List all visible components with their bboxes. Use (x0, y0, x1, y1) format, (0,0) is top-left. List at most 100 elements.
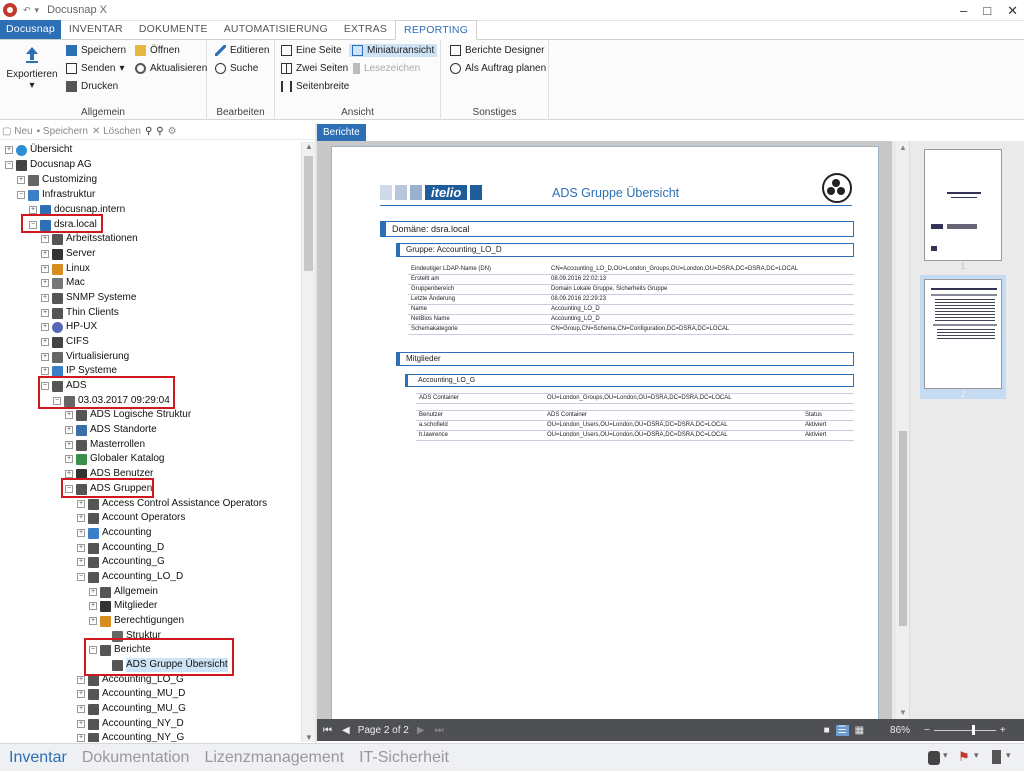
delete-button[interactable]: ✕ Löschen (92, 126, 141, 137)
expand-icon[interactable]: + (77, 705, 85, 713)
tree-item[interactable]: − ADS Gruppen (65, 482, 152, 496)
tree-item[interactable]: − Accounting_LO_D (77, 570, 183, 584)
tree-item[interactable]: + Accounting_MU_D (77, 687, 185, 701)
tab-dokumente[interactable]: DOKUMENTE (131, 20, 216, 39)
tree-item[interactable]: + Customizing (17, 173, 97, 187)
viewer-scrollbar[interactable]: ▲ ▼ (896, 141, 910, 719)
expand-icon[interactable]: + (41, 309, 49, 317)
expand-icon[interactable]: + (41, 367, 49, 375)
expand-icon[interactable]: + (65, 411, 73, 419)
expand-icon[interactable]: + (77, 690, 85, 698)
expand-icon[interactable]: + (77, 529, 85, 537)
expand-icon[interactable]: + (65, 426, 73, 434)
first-page-icon[interactable]: ⏮ (323, 725, 332, 736)
quick-access-toolbar[interactable]: ↶ ▾ (23, 5, 39, 16)
expand-icon[interactable]: + (41, 323, 49, 331)
expand-icon[interactable]: + (17, 176, 25, 184)
tree-item[interactable]: + IP Systeme (41, 364, 117, 378)
tree-item[interactable]: ADS Gruppe Übersicht (101, 658, 228, 672)
server-dropdown-icon[interactable]: ▾ (1006, 750, 1011, 761)
tree-item[interactable]: − Docusnap AG (5, 158, 92, 172)
single-view-icon[interactable]: ■ (824, 725, 830, 736)
minimize-button[interactable]: – (960, 3, 967, 18)
viewer-scroll-down-icon[interactable]: ▼ (899, 708, 907, 717)
collapse-icon[interactable]: − (29, 221, 37, 229)
tree-item[interactable]: − dsra.local (29, 218, 97, 232)
find-icon[interactable]: ⚲ (145, 126, 152, 137)
expand-icon[interactable]: + (89, 588, 97, 596)
tree-item[interactable]: + docusnap.intern (29, 203, 125, 217)
last-page-icon[interactable]: ⏭ (435, 725, 444, 736)
nav-it-sicherheit[interactable]: IT-Sicherheit (359, 749, 449, 767)
tab-inventar[interactable]: INVENTAR (61, 20, 131, 39)
close-button[interactable]: ✕ (1007, 3, 1018, 19)
collapse-icon[interactable]: − (53, 397, 61, 405)
tree-item[interactable]: + Accounting_NY_G (77, 731, 184, 742)
tree-item[interactable]: + Übersicht (5, 143, 72, 157)
tree-item[interactable]: + ADS Benutzer (65, 467, 153, 481)
tree-item[interactable]: + ADS Logische Struktur (65, 408, 191, 422)
tree-item[interactable]: + Thin Clients (41, 306, 119, 320)
edit-button[interactable]: Editieren (215, 45, 269, 56)
print-button[interactable]: Drucken (66, 81, 118, 92)
expand-icon[interactable]: + (89, 617, 97, 625)
tree-item[interactable]: − Berichte (89, 643, 151, 657)
database-icon[interactable] (928, 751, 940, 765)
tree-item[interactable]: + Mac (41, 276, 85, 290)
zoom-slider[interactable] (933, 725, 996, 735)
settings-icon[interactable]: ⚙ (168, 126, 177, 137)
thumbnail-page-2[interactable] (924, 279, 1002, 389)
search-button[interactable]: Suche (215, 63, 258, 74)
report-designer-button[interactable]: Berichte Designer (450, 45, 544, 56)
maximize-button[interactable]: □ (983, 3, 991, 18)
tree-item[interactable]: + Berechtigungen (89, 614, 184, 628)
tab-extras[interactable]: EXTRAS (336, 20, 395, 39)
expand-icon[interactable]: + (65, 455, 73, 463)
tree-item[interactable]: − ADS (41, 379, 87, 393)
find-next-icon[interactable]: ⚲ (156, 126, 163, 137)
viewer-scroll-thumb[interactable] (899, 431, 907, 626)
plugin-dropdown-icon[interactable]: ▾ (974, 750, 979, 761)
collapse-icon[interactable]: − (77, 573, 85, 581)
tree-item[interactable]: + Allgemein (89, 585, 158, 599)
tree-item[interactable]: + Masterrollen (65, 438, 145, 452)
tree-item[interactable]: + Account Operators (77, 511, 185, 525)
export-button[interactable]: Exportieren ▾ (4, 46, 60, 91)
expand-icon[interactable]: + (41, 338, 49, 346)
tab-docusnap[interactable]: Docusnap (0, 20, 61, 39)
collapse-icon[interactable]: − (5, 161, 13, 169)
tree-item[interactable]: Struktur (101, 629, 161, 643)
continuous-view-icon[interactable]: ☰ (835, 724, 849, 736)
tree-item[interactable]: + Accounting_LO_G (77, 673, 184, 687)
tab-berichte[interactable]: Berichte (317, 124, 366, 141)
save-button[interactable]: Speichern (66, 45, 126, 56)
expand-icon[interactable]: + (41, 353, 49, 361)
grid-view-icon[interactable]: ▦ (855, 725, 864, 736)
thumbnail-page-1[interactable] (924, 149, 1002, 261)
expand-icon[interactable]: + (77, 544, 85, 552)
next-page-icon[interactable]: ▶ (417, 725, 425, 736)
expand-icon[interactable]: + (77, 500, 85, 508)
nav-inventar[interactable]: Inventar (9, 749, 67, 767)
tree-item[interactable]: + Globaler Katalog (65, 452, 165, 466)
page-width-button[interactable]: Seitenbreite (281, 81, 349, 92)
tree-item[interactable]: + HP-UX (41, 320, 97, 334)
expand-icon[interactable]: + (41, 265, 49, 273)
bookmarks-button[interactable]: Lesezeichen (353, 63, 420, 74)
tree-item[interactable]: + SNMP Systeme (41, 291, 136, 305)
collapse-icon[interactable]: − (41, 382, 49, 390)
tree-item[interactable]: + Arbeitsstationen (41, 232, 138, 246)
scroll-up-icon[interactable]: ▲ (305, 142, 313, 151)
tree-item[interactable]: + Accounting_MU_G (77, 702, 186, 716)
send-button[interactable]: Senden ▾ (66, 63, 125, 74)
new-button[interactable]: ▢ Neu (2, 126, 33, 137)
tree-item[interactable]: + Mitglieder (89, 599, 157, 613)
dropdown-icon[interactable]: ▾ (35, 5, 40, 16)
expand-icon[interactable]: + (77, 514, 85, 522)
schedule-job-button[interactable]: Als Auftrag planen (450, 63, 546, 74)
tree-item[interactable]: + Linux (41, 262, 90, 276)
scroll-down-icon[interactable]: ▼ (305, 733, 313, 742)
expand-icon[interactable]: + (29, 206, 37, 214)
tree-item[interactable]: + Accounting_G (77, 555, 165, 569)
tab-automatisierung[interactable]: AUTOMATISIERUNG (216, 20, 336, 39)
